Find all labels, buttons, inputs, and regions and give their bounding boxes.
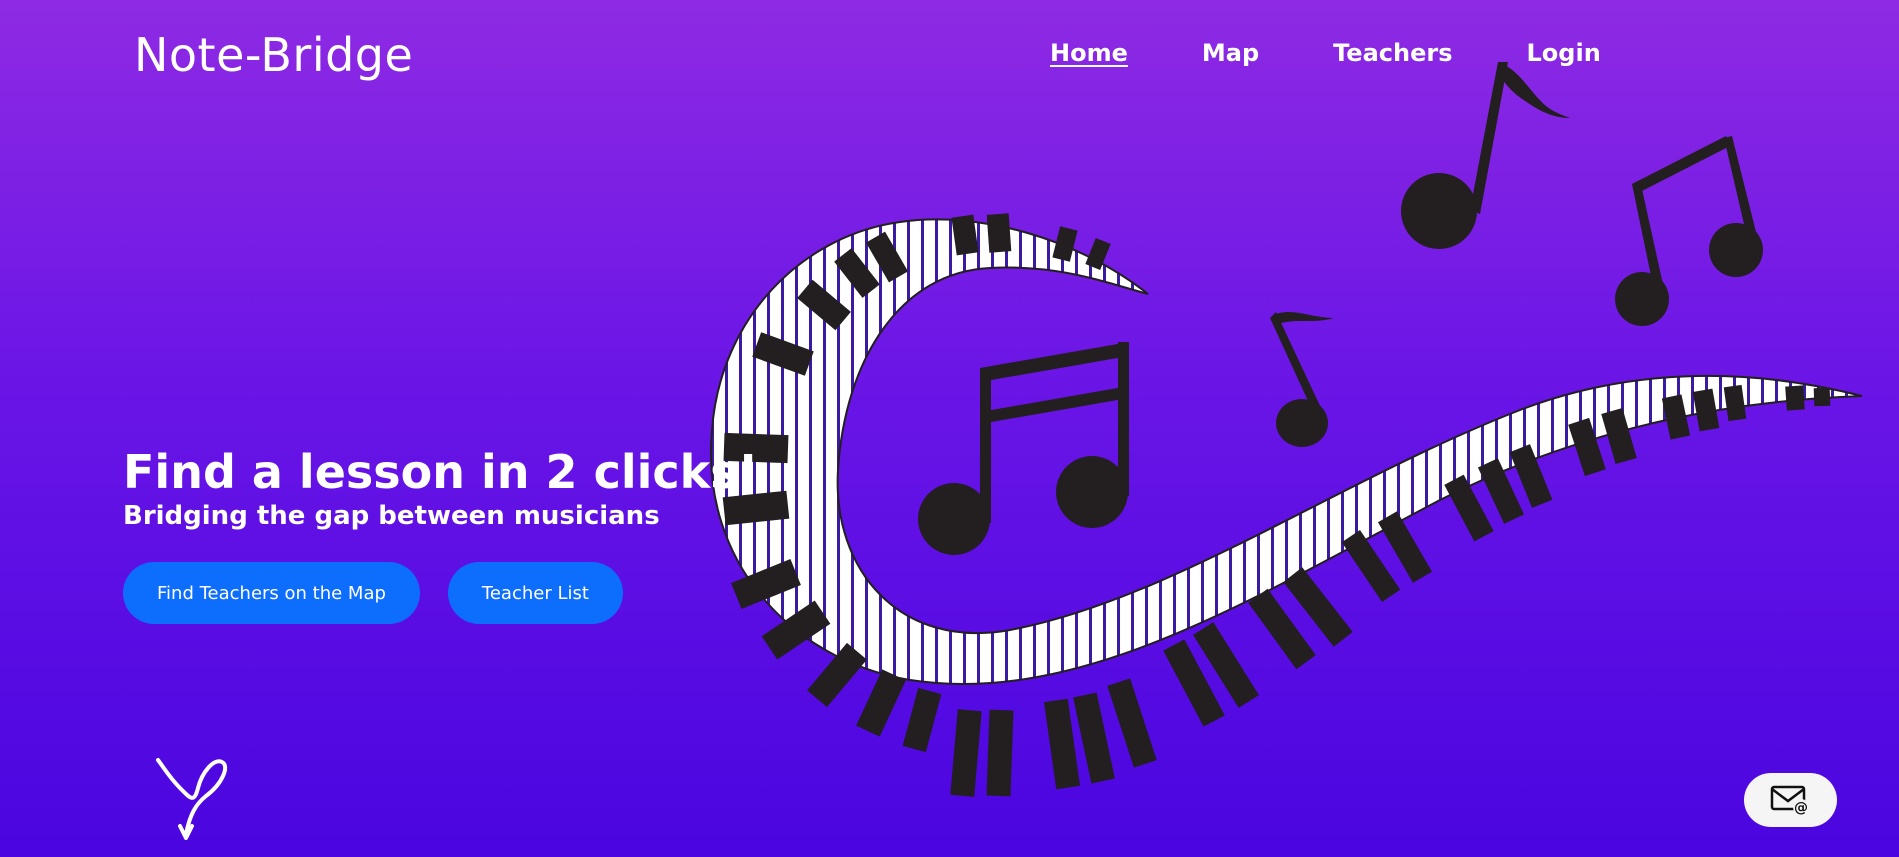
black-keys (722, 213, 1831, 797)
svg-text:@: @ (1794, 800, 1808, 816)
brand-logo[interactable]: Note-Bridge (134, 26, 413, 84)
nav-home-link[interactable]: Home (1050, 38, 1128, 68)
eighth-notes-center (918, 342, 1129, 555)
piano-music-illustration (709, 62, 1863, 797)
nav-login-link[interactable]: Login (1527, 38, 1601, 68)
nav-teachers-link[interactable]: Teachers (1333, 38, 1452, 68)
eighth-note-top (1401, 62, 1570, 249)
hero-title: Find a lesson in 2 clicks! (123, 445, 759, 499)
mail-at-icon: @ (1770, 785, 1809, 816)
find-teachers-map-button[interactable]: Find Teachers on the Map (123, 562, 420, 624)
mail-button[interactable]: @ (1744, 773, 1837, 827)
signature-logo-icon (156, 758, 228, 840)
nav-map-link[interactable]: Map (1202, 38, 1259, 68)
eighth-note-small (1270, 312, 1334, 447)
main-nav: Home Map Teachers Login (1050, 38, 1601, 68)
piano-keys-band (709, 218, 1863, 685)
hero-buttons: Find Teachers on the Map Teacher List (123, 562, 683, 624)
hero-subtitle: Bridging the gap between musicians (123, 501, 660, 531)
teacher-list-button[interactable]: Teacher List (447, 562, 623, 624)
hero-section: Find a lesson in 2 clicks! Bridging the … (123, 444, 759, 624)
eighth-notes-right (1615, 136, 1763, 326)
